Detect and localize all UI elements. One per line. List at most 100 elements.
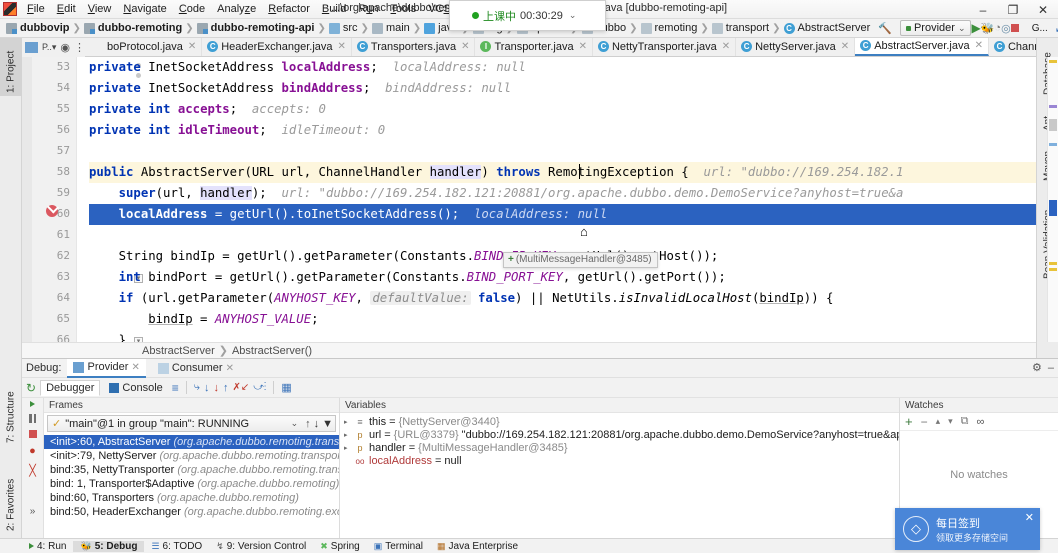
breadcrumb-item-abstractserver[interactable]: C AbstractServer xyxy=(782,22,873,34)
breadcrumb-item-dubbo-remoting[interactable]: dubbo-remoting xyxy=(82,22,184,34)
menu-refactor[interactable]: Refactor xyxy=(262,1,316,17)
menu-navigate[interactable]: Navigate xyxy=(117,1,172,17)
maximize-button[interactable]: ❐ xyxy=(998,0,1028,19)
move-watch-down-icon[interactable]: ▾ xyxy=(948,416,953,427)
close-icon[interactable]: ✕ xyxy=(975,40,983,51)
close-icon[interactable]: ✕ xyxy=(579,41,587,52)
resume-program-icon[interactable] xyxy=(30,401,35,407)
stripe-marker[interactable] xyxy=(1049,119,1057,131)
code-text-layer[interactable]: private InetSocketAddress localAddress; … xyxy=(89,57,1036,342)
variable-row-localaddress[interactable]: oo localAddress = null xyxy=(340,455,899,468)
project-panel-icon[interactable] xyxy=(25,42,38,53)
variable-row-url[interactable]: ▸ p url = {URL@3379} "dubbo://169.254.18… xyxy=(340,429,899,442)
copy-watch-icon[interactable]: ⧉ xyxy=(961,415,969,428)
close-icon[interactable]: ✕ xyxy=(226,363,234,374)
step-out-icon[interactable]: ↑ xyxy=(223,382,229,394)
remove-watch-icon[interactable]: − xyxy=(921,415,928,429)
breadcrumb-item-main[interactable]: main xyxy=(370,22,412,34)
breadcrumb-item-dubbovip[interactable]: dubbovip xyxy=(4,22,72,34)
debug-session-tab-provider[interactable]: Provider ✕ xyxy=(67,358,146,378)
frame-row[interactable]: bind:60, Transporters (org.apache.dubbo.… xyxy=(44,491,339,505)
breadcrumb-item-remoting[interactable]: remoting xyxy=(639,22,700,34)
step-over-icon[interactable]: ⤷ xyxy=(194,381,200,394)
collapse-icon[interactable]: ⋮ xyxy=(74,41,85,54)
editor-error-stripe[interactable] xyxy=(1047,57,1058,342)
menu-analyze[interactable]: Analyze xyxy=(211,1,262,17)
close-icon[interactable]: ✕ xyxy=(188,41,196,52)
target-icon[interactable]: ◉ xyxy=(60,41,70,54)
breadcrumb-method[interactable]: AbstractServer() xyxy=(232,345,312,357)
expand-triangle-icon[interactable]: ▸ xyxy=(344,442,351,455)
close-icon[interactable]: ✕ xyxy=(461,41,469,52)
close-button[interactable]: ✕ xyxy=(1028,0,1058,19)
gear-icon[interactable]: ⚙ xyxy=(1032,361,1042,374)
editor-tab-dubboprotocol[interactable]: boProtocol.java ✕ xyxy=(102,38,203,56)
frame-row[interactable]: <init>:79, NettyServer (org.apache.dubbo… xyxy=(44,449,339,463)
frame-row[interactable]: <init>:60, AbstractServer (org.apache.du… xyxy=(44,435,339,449)
chevron-down-icon[interactable]: ⌄ xyxy=(958,23,966,34)
expand-triangle-icon[interactable]: ▸ xyxy=(344,429,351,442)
run-configuration-selector[interactable]: Provider ⌄ xyxy=(899,20,972,36)
editor-tab-nettyserver[interactable]: C NettyServer.java ✕ xyxy=(736,38,856,56)
variable-row-handler[interactable]: ▸ p handler = {MultiMessageHandler@3485} xyxy=(340,442,899,455)
stop-button[interactable] xyxy=(1010,19,1019,37)
toggle-watches-icon[interactable]: ∞ xyxy=(977,416,985,428)
debug-subtab-debugger[interactable]: Debugger xyxy=(40,379,101,396)
statusbar-item-run[interactable]: 4: Run xyxy=(22,541,73,552)
statusbar-item-version-control[interactable]: ↯ 9: Version Control xyxy=(209,541,313,552)
breadcrumb-class[interactable]: AbstractServer xyxy=(142,345,215,357)
frame-row[interactable]: bind:35, NettyTransporter (org.apache.du… xyxy=(44,463,339,477)
breadcrumb-item-transport[interactable]: transport xyxy=(710,22,771,34)
attach-profiler-button[interactable]: ◎ xyxy=(1001,19,1011,37)
frame-down-icon[interactable]: ↓ xyxy=(314,418,320,430)
menu-file[interactable]: FFileile xyxy=(21,1,51,17)
drop-frame-icon[interactable]: ✗↙ xyxy=(232,382,249,393)
move-watch-up-icon[interactable]: ▴ xyxy=(936,416,941,427)
sidebar-item-structure[interactable]: 7: Structure xyxy=(0,378,22,446)
menu-view[interactable]: View xyxy=(82,1,118,17)
breadcrumb-item-dubbo-remoting-api[interactable]: dubbo-remoting-api xyxy=(195,22,317,34)
close-icon[interactable]: ✕ xyxy=(338,41,346,52)
menu-code[interactable]: Code xyxy=(173,1,211,17)
menu-run[interactable]: Run xyxy=(352,1,384,17)
stop-session-icon[interactable] xyxy=(28,430,37,438)
filter-frames-icon[interactable]: ▼ xyxy=(322,418,333,430)
mute-breakpoints-icon[interactable]: ╳ xyxy=(29,464,36,477)
statusbar-item-java-enterprise[interactable]: ▦ Java Enterprise xyxy=(430,541,525,552)
stripe-marker[interactable] xyxy=(1049,143,1057,146)
stripe-warning-marker[interactable] xyxy=(1049,60,1057,63)
chevron-down-icon[interactable]: ⌄ xyxy=(569,10,577,21)
statusbar-item-debug[interactable]: 🐝 5: Debug xyxy=(73,540,145,552)
add-watch-icon[interactable]: + xyxy=(905,414,913,429)
force-step-into-icon[interactable]: ↓ xyxy=(213,382,219,394)
stripe-warning-marker[interactable] xyxy=(1049,262,1057,265)
close-icon[interactable]: ✕ xyxy=(722,41,730,52)
code-editor[interactable]: 53 54 55 56 57 58 59 60 61 62 63 64 65 6… xyxy=(22,57,1036,342)
menu-edit[interactable]: Edit xyxy=(51,1,82,17)
step-into-icon[interactable]: ↓ xyxy=(204,382,210,394)
editor-tab-headerexchanger[interactable]: C HeaderExchanger.java ✕ xyxy=(202,38,352,56)
minimize-button[interactable]: – xyxy=(968,0,998,19)
variable-row-this[interactable]: ▸ ≡ this = {NettyServer@3440} xyxy=(340,416,899,429)
sidebar-item-favorites[interactable]: 2: Favorites xyxy=(0,462,22,534)
statusbar-item-todo[interactable]: ☰ 6: TODO xyxy=(144,541,209,552)
frame-up-icon[interactable]: ↑ xyxy=(305,418,311,430)
run-coverage-button[interactable]: ◔ xyxy=(994,19,1001,37)
hammer-build-icon[interactable]: 🔨 xyxy=(878,19,892,37)
editor-tab-channelhandlers[interactable]: C ChannelHandlers.java ✕ xyxy=(989,38,1036,56)
editor-tab-nettytransporter[interactable]: C NettyTransporter.java ✕ xyxy=(593,38,737,56)
frame-row[interactable]: bind:50, HeaderExchanger (org.apache.dub… xyxy=(44,505,339,519)
editor-tab-abstractserver[interactable]: C AbstractServer.java ✕ xyxy=(855,38,989,56)
statusbar-item-spring[interactable]: ✖ Spring xyxy=(313,541,366,552)
stripe-caret-marker[interactable] xyxy=(1049,200,1057,216)
view-breakpoints-icon[interactable]: ● xyxy=(29,445,36,457)
chevron-down-icon[interactable]: ⌄ xyxy=(291,418,299,429)
editor-gutter[interactable]: 53 54 55 56 57 58 59 60 61 62 63 64 65 6… xyxy=(32,57,77,342)
pause-program-icon[interactable] xyxy=(29,414,36,423)
close-icon[interactable]: ✕ xyxy=(1025,511,1034,524)
breakpoint-icon[interactable] xyxy=(46,205,58,217)
run-button[interactable]: ▶ xyxy=(971,19,980,37)
editor-tab-transporter[interactable]: I Transporter.java ✕ xyxy=(475,38,593,56)
git-branch-label[interactable]: G... xyxy=(1025,23,1055,34)
debug-subtab-console[interactable]: Console xyxy=(104,381,167,395)
